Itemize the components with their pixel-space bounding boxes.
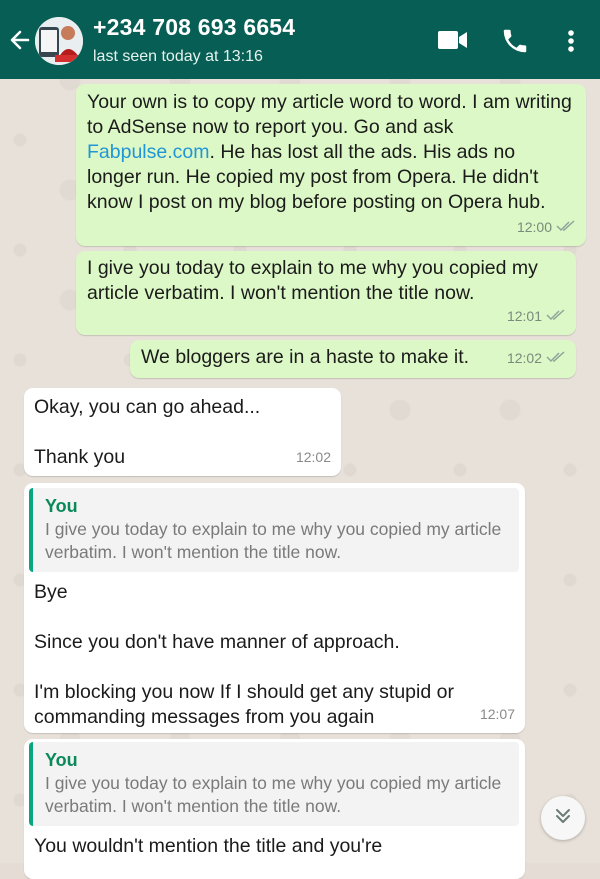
message-bubble-incoming[interactable]: Okay, you can go ahead... Thank you 12:0… <box>24 388 341 476</box>
quoted-text: I give you today to explain to me why yo… <box>45 773 502 816</box>
message-text: I give you today to explain to me why yo… <box>87 257 538 304</box>
message-text: Your own is to copy my article word to w… <box>87 91 572 213</box>
contact-avatar[interactable] <box>35 17 83 65</box>
voice-call-icon[interactable] <box>500 26 530 56</box>
message-bubble-incoming[interactable]: You I give you today to explain to me wh… <box>24 483 525 733</box>
message-meta: 12:02 <box>507 346 566 371</box>
quoted-author: You <box>45 496 78 516</box>
message-meta: 12:07 <box>480 702 515 727</box>
read-receipt-icon <box>546 346 566 371</box>
message-meta: 12:01 <box>507 304 566 329</box>
message-bubble-outgoing[interactable]: We bloggers are in a haste to make it. 1… <box>130 340 576 378</box>
message-time: 12:02 <box>295 449 331 465</box>
message-time: 12:00 <box>516 219 552 235</box>
last-seen-status: last seen today at 13:16 <box>93 48 263 65</box>
message-bubble-outgoing[interactable]: I give you today to explain to me why yo… <box>76 251 576 335</box>
contact-name[interactable]: +234 708 693 6654 <box>93 14 295 41</box>
scroll-to-bottom-button[interactable] <box>541 796 585 840</box>
video-call-icon[interactable] <box>437 28 469 52</box>
quoted-text: I give you today to explain to me why yo… <box>45 519 502 562</box>
chat-header: +234 708 693 6654 last seen today at 13:… <box>0 0 600 79</box>
message-text: You wouldn't mention the title and you'r… <box>34 835 383 857</box>
message-bubble-outgoing[interactable]: Your own is to copy my article word to w… <box>76 84 586 246</box>
message-time: 12:02 <box>506 350 542 366</box>
back-arrow-icon[interactable] <box>8 26 32 54</box>
quoted-author: You <box>45 750 78 770</box>
message-text: Bye Since you don't have manner of appro… <box>34 581 454 728</box>
message-link[interactable]: Fabpulse.com <box>87 141 209 163</box>
message-text: Okay, you can go ahead... Thank you <box>34 396 261 468</box>
quoted-message[interactable]: You I give you today to explain to me wh… <box>29 488 519 572</box>
message-meta: 12:00 <box>517 215 576 240</box>
read-receipt-icon <box>546 304 566 329</box>
message-bubble-incoming[interactable]: You I give you today to explain to me wh… <box>24 739 525 879</box>
read-receipt-icon <box>556 215 576 240</box>
quoted-message[interactable]: You I give you today to explain to me wh… <box>29 742 519 826</box>
double-chevron-down-icon <box>553 806 573 831</box>
more-options-icon[interactable] <box>560 26 582 56</box>
message-meta: 12:02 <box>296 445 331 470</box>
message-time: 12:07 <box>479 706 515 722</box>
message-time: 12:01 <box>506 308 542 324</box>
